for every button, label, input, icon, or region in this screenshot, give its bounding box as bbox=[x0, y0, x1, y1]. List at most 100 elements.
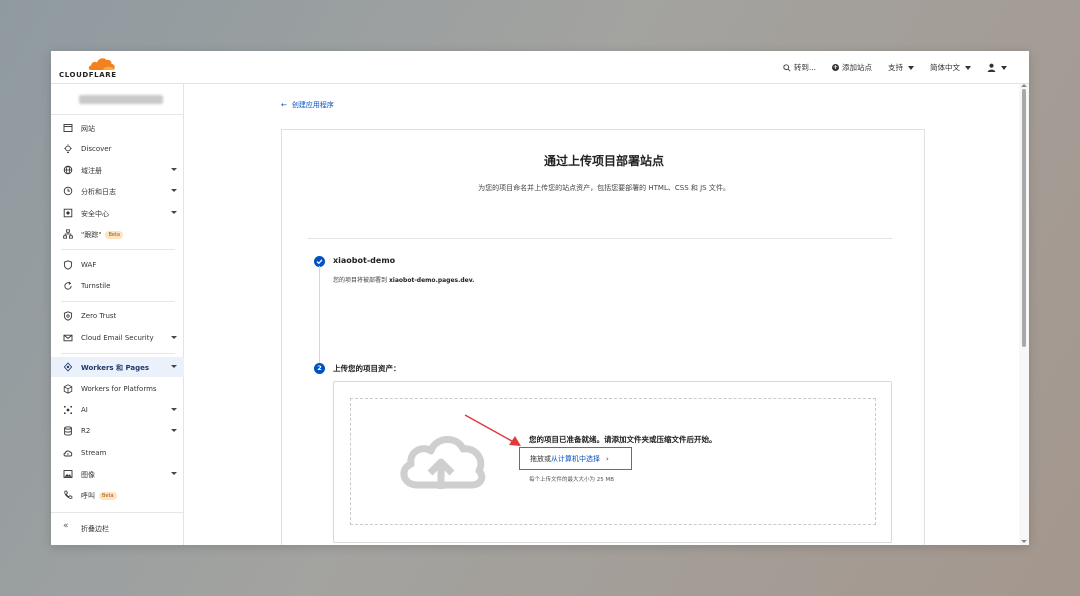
sidebar-item-ai[interactable]: AI bbox=[51, 400, 184, 420]
step-number-badge: 2 bbox=[314, 363, 325, 374]
globe-icon bbox=[63, 165, 73, 175]
sidebar-item-label: 安全中心 bbox=[81, 210, 109, 218]
sidebar-item-label: WAF bbox=[81, 261, 97, 269]
sidebar-item-label: R2 bbox=[81, 427, 91, 435]
sidebar-item-label: Stream bbox=[81, 449, 107, 457]
sidebar-item-label: Discover bbox=[81, 145, 112, 153]
beta-badge: Beta bbox=[99, 492, 117, 500]
file-size-limit-text: 每个上传文件的最大大小为 25 MB bbox=[529, 477, 615, 483]
sidebar-item-label: 图像 bbox=[81, 471, 95, 479]
sidebar-item-discover[interactable]: Discover bbox=[51, 139, 184, 159]
sidebar-item-websites[interactable]: 网站 bbox=[51, 118, 184, 138]
sidebar-item-label: AI bbox=[81, 406, 88, 414]
step-connector-line bbox=[319, 266, 320, 369]
sidebar-item-label: Cloud Email Security bbox=[81, 334, 154, 342]
sidebar-item-label: Workers 和 Pages bbox=[81, 364, 150, 372]
sidebar-item-workers-for-platforms[interactable]: Workers for Platforms bbox=[51, 379, 184, 399]
browser-window: CLOUDFLARE 转到... + 添加站点 支持 简体中文 网站 Disco… bbox=[51, 51, 1029, 545]
beta-badge: Beta bbox=[105, 231, 123, 239]
sidebar-item-r2[interactable]: R2 bbox=[51, 421, 184, 441]
scrollbar-thumb[interactable] bbox=[1022, 89, 1026, 347]
double-chevron-left-icon: « bbox=[63, 521, 69, 531]
page-description: 为您的项目命名并上传您的站点资产，包括您要部署的 HTML、CSS 和 JS 文… bbox=[478, 184, 730, 192]
chevron-down-icon bbox=[171, 472, 177, 475]
main-content: ← 创建应用程序 通过上传项目部署站点 为您的项目命名并上传您的站点资产，包括您… bbox=[185, 84, 1019, 545]
goto-button[interactable]: 转到... bbox=[783, 62, 816, 73]
waf-shield-icon bbox=[63, 260, 73, 270]
user-icon bbox=[987, 63, 996, 72]
ai-icon bbox=[63, 405, 73, 415]
chevron-down-icon bbox=[171, 365, 177, 368]
divider bbox=[61, 353, 175, 354]
upload-step-title: 上传您的项目资产： bbox=[333, 364, 401, 373]
language-label: 简体中文 bbox=[930, 63, 960, 72]
add-site-label: 添加站点 bbox=[842, 63, 872, 72]
chevron-down-icon bbox=[171, 429, 177, 432]
vertical-scrollbar[interactable] bbox=[1019, 84, 1029, 545]
chevron-down-icon bbox=[171, 168, 177, 171]
scroll-up-arrow-icon[interactable] bbox=[1021, 84, 1027, 87]
chevron-down-icon bbox=[908, 65, 914, 70]
image-icon bbox=[63, 470, 73, 478]
phone-icon bbox=[64, 490, 73, 499]
sidebar-item-zero-trust[interactable]: Zero Trust bbox=[51, 306, 184, 326]
sidebar-item-cloud-email-security[interactable]: Cloud Email Security bbox=[51, 328, 184, 348]
add-site-button[interactable]: + 添加站点 bbox=[832, 62, 872, 73]
logo-wordmark: CLOUDFLARE bbox=[59, 71, 117, 79]
upload-ready-text: 您的项目已准备就绪。请添加文件夹或压缩文件后开始。 bbox=[529, 435, 717, 444]
annotation-arrow-icon bbox=[464, 414, 521, 446]
collapse-sidebar-label: 折叠边栏 bbox=[81, 525, 109, 533]
upload-panel: 您的项目已准备就绪。请添加文件夹或压缩文件后开始。 拖放或 从计算机中选择 › … bbox=[333, 381, 892, 543]
deploy-target-note: 您的项目将被部署到 xiaobot-demo.pages.dev. bbox=[333, 277, 475, 284]
file-dropzone[interactable]: 您的项目已准备就绪。请添加文件夹或压缩文件后开始。 拖放或 从计算机中选择 › … bbox=[350, 398, 876, 525]
sidebar-item-label: 呼叫 Beta bbox=[81, 491, 117, 501]
user-menu[interactable] bbox=[987, 63, 1007, 72]
plus-icon: + bbox=[832, 64, 839, 71]
sidebar-item-label: 域注册 bbox=[81, 167, 102, 175]
sidebar-item-domain-registration[interactable]: 域注册 bbox=[51, 160, 184, 180]
search-icon bbox=[783, 63, 791, 72]
sidebar-item-label: "跟踪" Beta bbox=[81, 230, 123, 240]
sidebar-item-stream[interactable]: Stream bbox=[51, 443, 184, 463]
sidebar-item-analytics[interactable]: 分析和日志 bbox=[51, 181, 184, 201]
sidebar-item-workers-and-pages[interactable]: Workers 和 Pages bbox=[51, 357, 184, 377]
chevron-down-icon bbox=[171, 336, 177, 339]
scroll-down-arrow-icon[interactable] bbox=[1021, 540, 1027, 543]
select-from-computer-button[interactable]: 拖放或 从计算机中选择 › bbox=[519, 447, 632, 470]
deploy-domain: xiaobot-demo.pages.dev. bbox=[388, 277, 475, 284]
language-menu[interactable]: 简体中文 bbox=[930, 62, 971, 73]
chevron-down-icon bbox=[965, 65, 971, 70]
sidebar-item-calls[interactable]: 呼叫 Beta bbox=[51, 485, 184, 505]
sidebar: 网站 Discover 域注册 分析和日志 安全中心 "跟踪" Beta WAF… bbox=[51, 84, 184, 545]
lightbulb-icon bbox=[64, 144, 72, 153]
database-icon bbox=[64, 426, 72, 436]
collapse-sidebar-button[interactable]: « 折叠边栏 bbox=[51, 518, 184, 538]
chevron-down-icon bbox=[171, 408, 177, 411]
sidebar-item-label: Turnstile bbox=[81, 282, 111, 290]
top-navigation: 转到... + 添加站点 支持 简体中文 bbox=[783, 51, 1007, 84]
shield-icon bbox=[63, 208, 73, 218]
chevron-down-icon bbox=[171, 211, 177, 214]
zero-trust-icon bbox=[63, 311, 73, 321]
email-icon bbox=[63, 334, 73, 342]
divider bbox=[61, 301, 175, 302]
sidebar-item-waf[interactable]: WAF bbox=[51, 255, 184, 275]
sidebar-item-turnstile[interactable]: Turnstile bbox=[51, 276, 184, 296]
divider bbox=[51, 512, 184, 513]
clock-icon bbox=[63, 186, 73, 196]
divider bbox=[51, 114, 184, 115]
cloudflare-logo[interactable]: CLOUDFLARE bbox=[59, 56, 119, 80]
select-from-computer-label: 从计算机中选择 bbox=[551, 454, 600, 463]
sidebar-item-images[interactable]: 图像 bbox=[51, 464, 184, 484]
chevron-down-icon bbox=[1001, 65, 1007, 70]
back-link[interactable]: ← 创建应用程序 bbox=[281, 100, 334, 110]
support-menu[interactable]: 支持 bbox=[888, 62, 914, 73]
sidebar-item-label: Workers for Platforms bbox=[81, 385, 157, 393]
arrow-left-icon: ← bbox=[281, 101, 287, 109]
page-title: 通过上传项目部署站点 bbox=[543, 154, 664, 168]
sidebar-item-label: Zero Trust bbox=[81, 312, 117, 320]
back-link-label: 创建应用程序 bbox=[291, 101, 334, 109]
sidebar-item-security-center[interactable]: 安全中心 bbox=[51, 203, 184, 223]
sidebar-item-trace[interactable]: "跟踪" Beta bbox=[51, 224, 184, 244]
account-name-blurred[interactable] bbox=[79, 95, 163, 104]
